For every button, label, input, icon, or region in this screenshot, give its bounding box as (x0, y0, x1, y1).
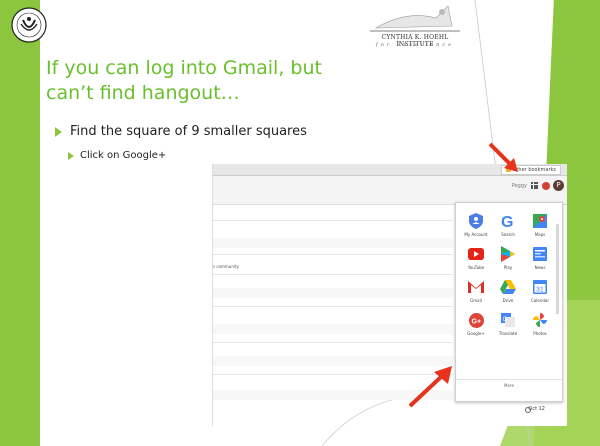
app-photos[interactable]: Photos (524, 312, 556, 336)
app-translate[interactable]: G Translate (492, 312, 524, 336)
svg-text:31: 31 (536, 287, 544, 294)
list-band (213, 324, 453, 334)
google-header-bar (213, 176, 567, 205)
divider (213, 342, 453, 343)
app-search[interactable]: G Search (492, 213, 524, 237)
drive-icon (500, 279, 516, 295)
google-plus-icon: G+ (468, 312, 484, 328)
app-my-account[interactable]: My Account (460, 213, 492, 237)
slide: CYNTHIA K. HOEHL INSTITUTE for Excellenc… (0, 0, 600, 446)
panel-scrollbar[interactable] (556, 224, 559, 314)
app-play[interactable]: Play (492, 246, 524, 270)
notifications-icon[interactable] (542, 182, 550, 190)
app-label: Gmail (470, 298, 482, 303)
news-icon (532, 246, 548, 262)
more-apps-link[interactable]: More (456, 383, 562, 388)
app-label: News (534, 265, 546, 270)
slide-title: If you can log into Gmail, but can’t fin… (46, 57, 322, 104)
google-apps-panel: My Account G Search Maps YouTube Play Ne… (455, 202, 563, 402)
arrow-to-apps-icon (488, 142, 518, 172)
app-label: Calendar (531, 298, 549, 303)
divider (213, 254, 453, 255)
app-label: Google+ (467, 331, 485, 336)
list-band (213, 238, 453, 248)
bullet-text: Find the square of 9 smaller squares (70, 124, 307, 139)
app-maps[interactable]: Maps (524, 213, 556, 237)
sub-bullet-text: Click on Google+ (80, 150, 167, 161)
institute-tagline: for Excellence (375, 42, 455, 48)
sub-bullet-item: Click on Google+ (68, 150, 166, 161)
divider (213, 306, 453, 307)
app-youtube[interactable]: YouTube (460, 246, 492, 270)
app-label: YouTube (467, 265, 485, 270)
divider (213, 274, 453, 275)
svg-text:G: G (503, 317, 508, 323)
play-store-icon (500, 246, 516, 262)
avatar[interactable]: P (553, 180, 564, 191)
svg-text:G: G (501, 214, 513, 229)
community-text: s community (213, 264, 239, 269)
left-green-bar (0, 0, 40, 446)
app-label: My Account (464, 232, 488, 237)
app-label: Translate (498, 331, 518, 336)
list-band (213, 288, 453, 298)
app-news[interactable]: News (524, 246, 556, 270)
app-calendar[interactable]: 31 Calendar (524, 279, 556, 303)
user-name[interactable]: Peggy (512, 183, 527, 189)
maps-icon (532, 213, 548, 229)
institute-logo: CYNTHIA K. HOEHL INSTITUTE for Excellenc… (366, 4, 464, 52)
app-gmail[interactable]: Gmail (460, 279, 492, 303)
date-text: Oct 12 (528, 406, 545, 412)
my-account-icon (468, 213, 484, 229)
apps-grid-icon[interactable] (531, 182, 538, 189)
app-label: Drive (502, 298, 514, 303)
app-label: Photos (533, 331, 547, 336)
translate-icon: G (500, 312, 516, 328)
svg-text:G+: G+ (471, 318, 481, 325)
calendar-icon: 31 (532, 279, 548, 295)
bullet-item: Find the square of 9 smaller squares (55, 124, 307, 139)
sub-bullet-arrow-icon (68, 151, 74, 160)
app-label: Play (503, 265, 513, 270)
decorative-curve (322, 399, 392, 446)
bullet-arrow-icon (55, 126, 62, 137)
divider (213, 220, 453, 221)
app-label: Search (501, 232, 515, 237)
google-search-icon: G (500, 213, 516, 229)
youtube-icon (468, 246, 484, 262)
gmail-icon (468, 279, 484, 295)
app-google-plus[interactable]: G+ Google+ (460, 312, 492, 336)
divider (456, 379, 562, 380)
photos-icon (532, 312, 548, 328)
school-seal-logo (10, 6, 48, 44)
app-label: Maps (534, 232, 546, 237)
app-drive[interactable]: Drive (492, 279, 524, 303)
arrow-to-google-plus (408, 366, 452, 408)
